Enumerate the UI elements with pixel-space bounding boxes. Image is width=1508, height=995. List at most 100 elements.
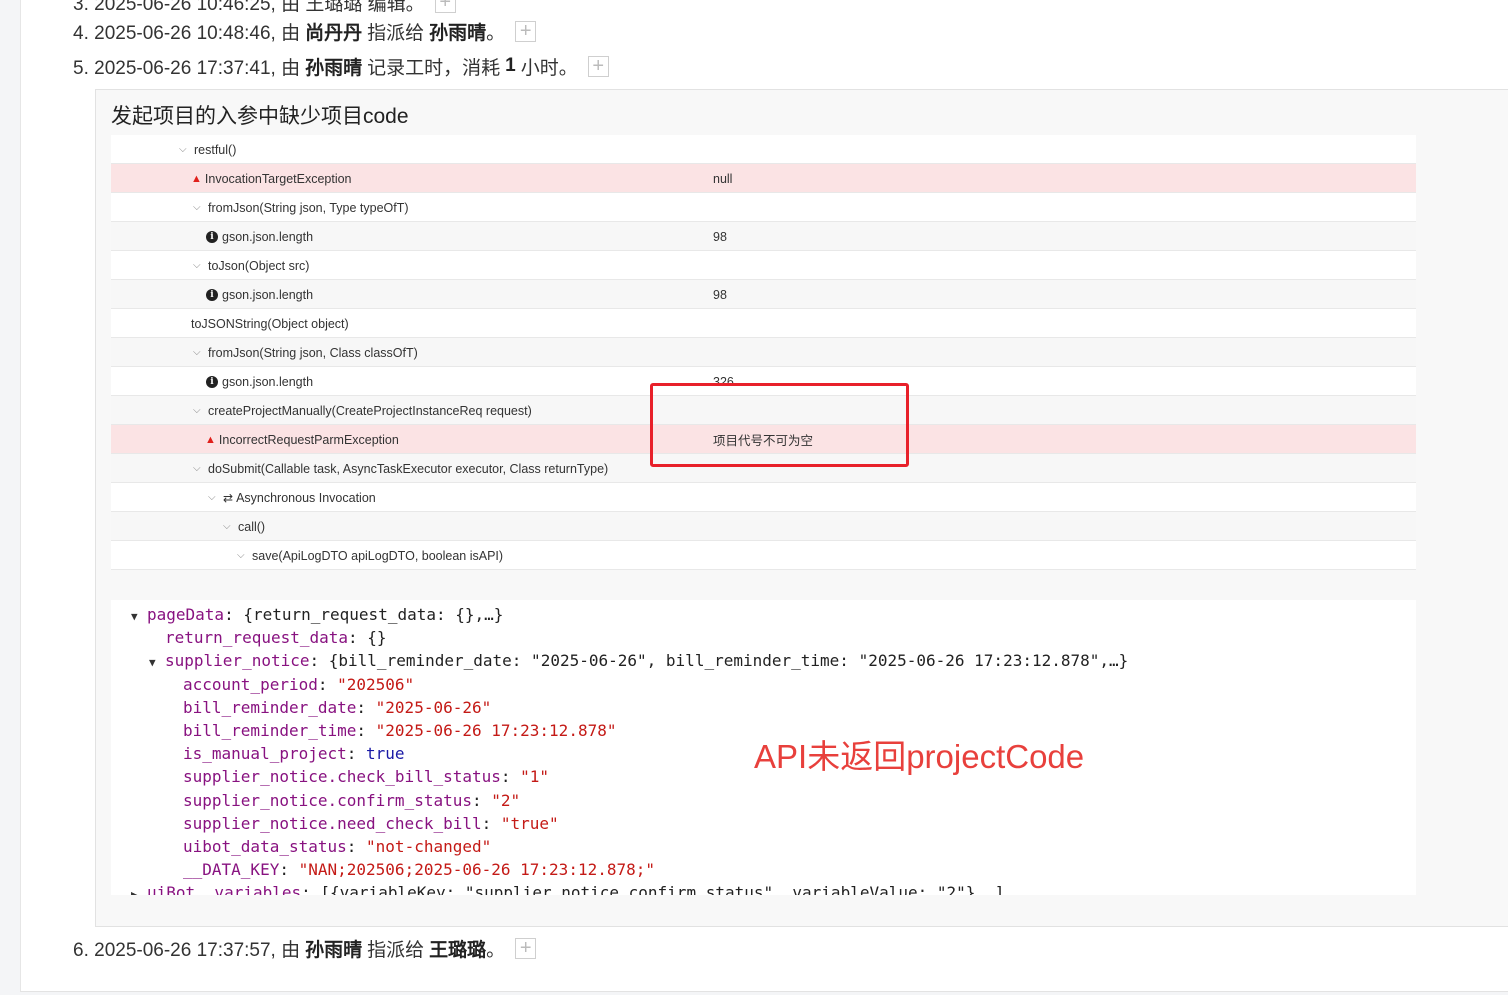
json-value: :: [481, 813, 501, 833]
json-key: pageData: [147, 605, 225, 624]
json-line: return_request_data: {}: [165, 627, 387, 649]
json-value: true: [366, 744, 405, 764]
history-prefix: 5. 2025-06-26 17:37:41, 由: [73, 57, 301, 79]
trace-row-name: ⌵ toJson(Object src): [193, 251, 309, 280]
expand-button[interactable]: +: [515, 20, 537, 42]
chevron-down-icon[interactable]: ⌵: [193, 405, 205, 416]
trace-row-name: ▲ IncorrectRequestParmException: [205, 425, 399, 454]
chevron-down-icon[interactable]: ⌵: [223, 521, 235, 532]
info-icon: i: [206, 230, 218, 243]
trace-row-label: gson.json.length: [222, 374, 314, 389]
history-target: 王璐璐: [429, 939, 487, 961]
json-key: supplier_notice.need_check_bill: [183, 813, 482, 833]
json-value: :: [356, 721, 376, 740]
json-value: "1": [520, 767, 550, 787]
history-item-6: 6. 2025-06-26 17:37:57, 由 孙雨晴 指派给 王璐璐 。 …: [73, 934, 537, 962]
trace-row-label: toJSONString(Object object): [191, 316, 349, 331]
json-line[interactable]: ▶ uiBot__variables: [{variableKey: "suppl…: [131, 882, 1004, 895]
expand-triangle-icon[interactable]: ▼: [149, 652, 165, 674]
trace-row-label: Asynchronous Invocation: [236, 490, 376, 505]
history-panel: 3. 2025-06-26 10:46:25, 由 王璐璐 编辑。 + 4. 2…: [20, 0, 1508, 992]
history-suffix: 小时。: [520, 57, 578, 79]
info-icon: i: [206, 288, 218, 301]
trace-row-label: save(ApiLogDTO apiLogDTO, boolean isAPI): [252, 548, 504, 563]
collapsed-triangle-icon[interactable]: ▶: [131, 884, 147, 895]
json-key: bill_reminder_time: [183, 721, 357, 740]
trace-row[interactable]: i gson.json.length 98: [111, 280, 1416, 309]
trace-row[interactable]: ⌵ fromJson(String json, Type typeOfT): [111, 193, 1416, 222]
chevron-down-icon[interactable]: ⌵: [179, 144, 191, 155]
expand-button[interactable]: +: [434, 0, 456, 13]
json-line: account_period: "202506": [183, 674, 414, 696]
trace-row-label: fromJson(String json, Class classOfT): [208, 345, 418, 360]
json-line: __DATA_KEY: "NAN;202506;2025-06-26 17:23…: [183, 859, 655, 881]
json-value: "2025-06-26": [375, 697, 492, 717]
json-line[interactable]: ▼ pageData: {return_request_data: {},…}: [131, 604, 503, 626]
trace-row-name: ⌵ call(): [223, 512, 265, 541]
error-flame-icon: ▲: [191, 172, 202, 185]
chevron-down-icon[interactable]: ⌵: [237, 550, 249, 561]
history-item-3: 3. 2025-06-26 10:46:25, 由 王璐璐 编辑。 +: [73, 0, 456, 16]
trace-row[interactable]: ⌵ ⇄ Asynchronous Invocation: [111, 483, 1416, 512]
async-arrows-icon: ⇄: [223, 490, 234, 505]
expand-triangle-icon[interactable]: ▼: [131, 606, 147, 628]
history-action: 指派给: [367, 22, 425, 44]
trace-row-name: ⌵ createProjectManually(CreateProjectInst…: [193, 396, 532, 425]
chevron-down-icon[interactable]: ⌵: [193, 463, 205, 474]
trace-row-label: gson.json.length: [222, 287, 314, 302]
trace-row-name: toJSONString(Object object): [191, 309, 349, 338]
json-value: :: [317, 674, 338, 694]
json-value: : {}: [348, 628, 387, 648]
trace-row[interactable]: ⌵ restful(): [111, 135, 1416, 164]
json-line[interactable]: ▼ supplier_notice: {bill_reminder_date: "…: [149, 650, 1128, 672]
json-value: : {bill_reminder_date: "2025-06-26", bil…: [309, 651, 1129, 671]
trace-row[interactable]: ⌵ save(ApiLogDTO apiLogDTO, boolean isAPI…: [111, 541, 1416, 570]
expand-button[interactable]: +: [515, 937, 537, 959]
chevron-down-icon[interactable]: ⌵: [193, 347, 205, 358]
error-flame-icon: ▲: [205, 433, 216, 446]
history-actor: 尚丹丹: [305, 22, 363, 44]
json-value: :: [346, 744, 367, 764]
history-item-text: 3. 2025-06-26 10:46:25, 由 王璐璐 编辑。: [73, 0, 425, 15]
trace-row-name: i gson.json.length: [206, 222, 313, 251]
json-key: account_period: [183, 674, 318, 694]
history-item-4: 4. 2025-06-26 10:48:46, 由 尚丹丹 指派给 孙雨晴 。 …: [73, 17, 537, 45]
trace-row-label: toJson(Object src): [208, 258, 310, 273]
chevron-down-icon[interactable]: ⌵: [208, 492, 220, 503]
comment-title: 发起项目的入参中缺少项目code: [111, 105, 409, 128]
trace-row-name: i gson.json.length: [206, 367, 313, 396]
trace-row-label: InvocationTargetException: [204, 171, 352, 186]
trace-row[interactable]: ⌵ fromJson(String json, Class classOfT): [111, 338, 1416, 367]
trace-row[interactable]: ⌵ toJson(Object src): [111, 251, 1416, 280]
json-line: supplier_notice.check_bill_status: "1": [183, 766, 549, 788]
trace-row-label: fromJson(String json, Type typeOfT): [208, 200, 409, 215]
expand-button[interactable]: +: [587, 55, 609, 77]
trace-row[interactable]: i gson.json.length 98: [111, 222, 1416, 251]
trace-row[interactable]: ▲ InvocationTargetException null: [111, 164, 1416, 193]
history-actor: 孙雨晴: [305, 57, 363, 79]
trace-row-value: 98: [713, 229, 727, 244]
history-comment: 发起项目的入参中缺少项目code ⌵ restful() ▲ InvocationTa…: [95, 89, 1508, 927]
trace-table: ⌵ restful() ▲ InvocationTargetException null…: [111, 135, 1416, 570]
json-key: __DATA_KEY: [183, 860, 280, 880]
trace-row-label: IncorrectRequestParmException: [218, 432, 399, 447]
json-line: supplier_notice.confirm_status: "2": [183, 790, 520, 812]
json-key: supplier_notice: [165, 651, 310, 671]
json-line: supplier_notice.need_check_bill: "true": [183, 813, 559, 835]
trace-row-value: 98: [713, 287, 727, 302]
trace-row[interactable]: ⌵ call(): [111, 512, 1416, 541]
history-target: 孙雨晴: [429, 22, 487, 44]
json-value: "true": [500, 813, 559, 833]
chevron-down-icon[interactable]: ⌵: [193, 202, 205, 213]
trace-row-name: ⌵ ⇄ Asynchronous Invocation: [208, 483, 376, 512]
json-value: "2": [491, 790, 521, 810]
chevron-down-icon[interactable]: ⌵: [193, 260, 205, 271]
json-value: "2025-06-26 17:23:12.878": [375, 721, 617, 740]
json-line: is_manual_project: true: [183, 743, 405, 765]
trace-row-label: doSubmit(Callable task, AsyncTaskExecuto…: [208, 461, 609, 476]
trace-row[interactable]: toJSONString(Object object): [111, 309, 1416, 338]
json-key: return_request_data: [165, 628, 349, 648]
info-icon: i: [206, 375, 218, 388]
history-prefix: 6. 2025-06-26 17:37:57, 由: [73, 939, 301, 961]
trace-row-name: ⌵ restful(): [179, 135, 236, 164]
